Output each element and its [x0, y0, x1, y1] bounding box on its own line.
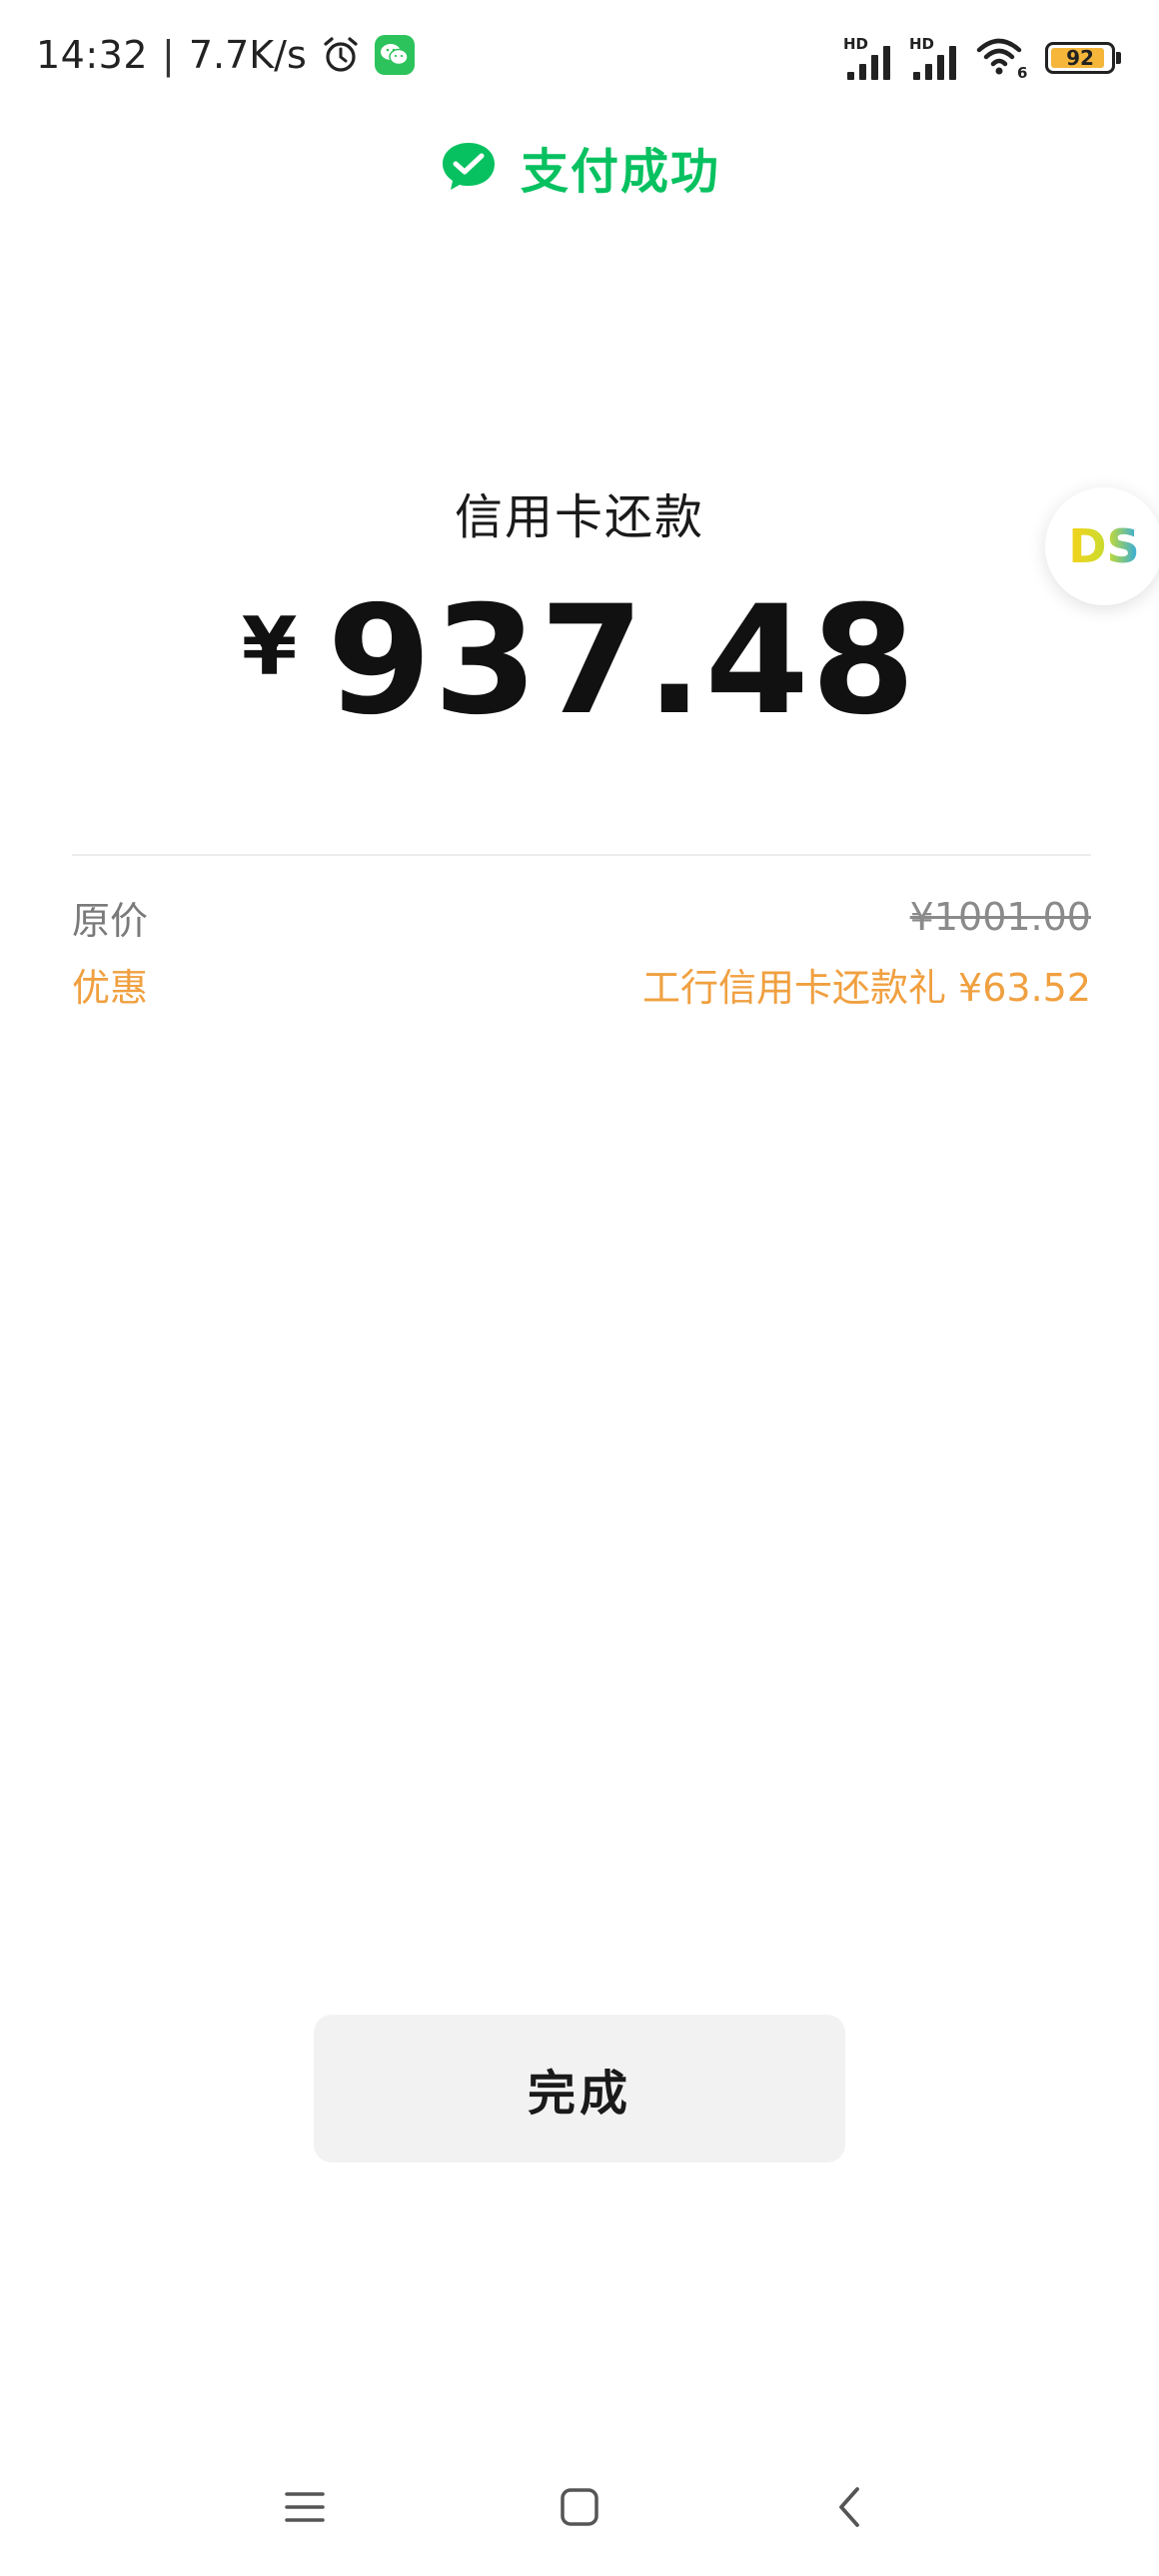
check-circle-icon	[442, 143, 495, 190]
original-price-row: 原价 ¥1001.00	[72, 889, 1091, 945]
original-price-value: ¥1001.00	[909, 895, 1091, 939]
status-time: 14:32	[36, 33, 149, 77]
wifi-badge: 6	[1017, 64, 1027, 80]
payment-amount: ¥ 937.48	[0, 574, 1159, 748]
net-speed: 7.7K/s	[188, 33, 307, 77]
original-price-label: 原价	[72, 898, 149, 943]
menu-icon	[285, 2492, 325, 2522]
wifi-icon: 6	[976, 38, 1027, 80]
merchant-name: 信用卡还款	[454, 489, 704, 545]
status-bar-left: 14:32 | 7.7K/s	[36, 28, 415, 82]
nav-menu-button[interactable]	[265, 2467, 345, 2547]
status-separator: |	[162, 33, 175, 77]
wechat-notification-icon	[374, 35, 415, 75]
status-bar-right: HD HD 6 92	[843, 30, 1121, 80]
home-icon	[561, 2488, 598, 2526]
battery-icon: 92	[1045, 42, 1121, 74]
alarm-icon	[324, 37, 358, 72]
nav-home-button[interactable]	[540, 2467, 619, 2547]
done-button[interactable]: 完成	[314, 2015, 845, 2162]
back-icon	[839, 2487, 859, 2527]
discount-value: 工行信用卡还款礼 ¥63.52	[641, 965, 1091, 1010]
success-header: 支付成功	[0, 132, 1159, 202]
amount-value: 937.48	[327, 574, 918, 748]
nav-back-button[interactable]	[811, 2467, 891, 2547]
discount-row: 优惠 工行信用卡还款礼 ¥63.52	[72, 956, 1091, 1012]
divider	[72, 854, 1091, 856]
signal-icon: HD	[843, 36, 895, 80]
signal-hd-label: HD	[843, 35, 869, 53]
signal-icon: HD	[909, 36, 961, 80]
battery-cap	[1116, 52, 1121, 64]
page-title: 支付成功	[520, 144, 720, 200]
system-nav-bar	[0, 2467, 1159, 2547]
discount-label: 优惠	[72, 965, 149, 1010]
status-bar: 14:32 | 7.7K/s HD HD 6 92	[0, 0, 1159, 110]
battery-level: 92	[1066, 46, 1094, 70]
currency-symbol: ¥	[241, 599, 298, 693]
signal-hd-label: HD	[909, 35, 935, 53]
